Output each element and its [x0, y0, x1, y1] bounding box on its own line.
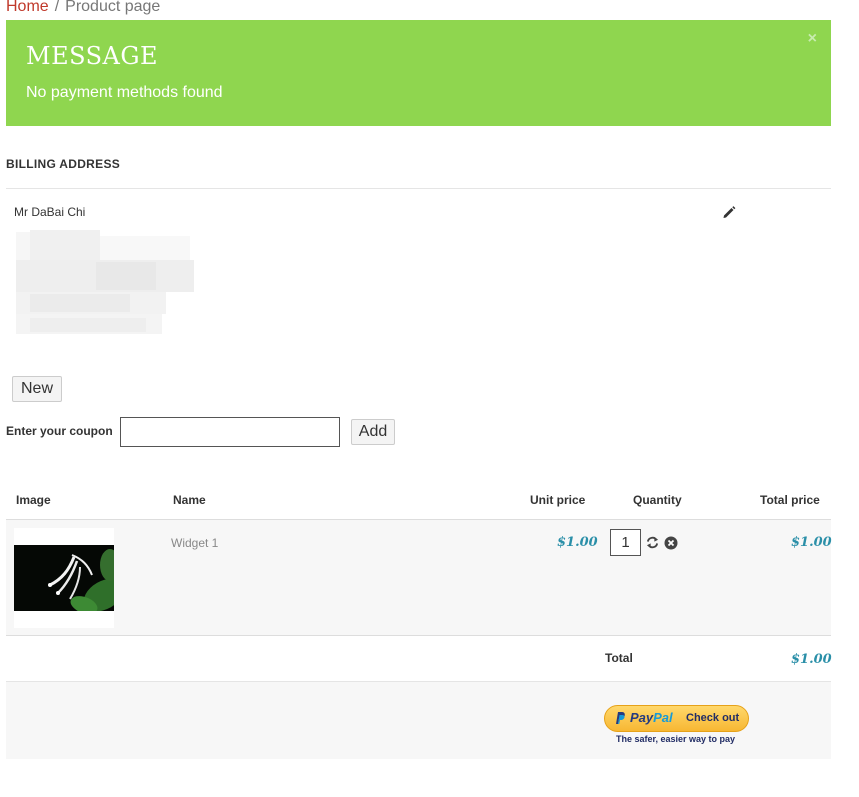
coupon-input[interactable] — [120, 417, 340, 447]
table-row — [6, 520, 831, 636]
billing-name: Mr DaBai Chi — [14, 205, 86, 219]
paypal-logo-icon — [616, 712, 625, 724]
breadcrumb: Home / Product page — [6, 0, 160, 16]
paypal-pay-text: Pay — [630, 710, 654, 725]
item-total-price: $1.00 — [791, 535, 832, 550]
paypal-wordmark: PayPal — [630, 710, 673, 725]
redacted-address — [16, 230, 194, 334]
column-quantity: Quantity — [633, 493, 682, 507]
pencil-icon[interactable] — [721, 204, 737, 220]
billing-address-heading: BILLING ADDRESS — [6, 157, 121, 171]
product-image — [14, 545, 114, 611]
column-unit-price: Unit price — [530, 493, 586, 507]
paypal-tagline: The safer, easier way to pay — [616, 734, 736, 744]
message-alert: MESSAGE No payment methods found × — [6, 20, 831, 126]
cart-total-label: Total — [605, 651, 633, 665]
paypal-checkout-button[interactable]: PayPal Check out — [604, 705, 749, 732]
item-unit-price: $1.00 — [557, 535, 598, 550]
column-total-price: Total price — [760, 493, 820, 507]
item-name[interactable]: Widget 1 — [171, 536, 218, 550]
divider — [6, 188, 831, 189]
paypal-pal-text: Pal — [653, 710, 673, 725]
alert-text: No payment methods found — [26, 84, 223, 101]
refresh-icon[interactable] — [646, 536, 659, 549]
coupon-label: Enter your coupon — [6, 424, 113, 438]
column-image: Image — [16, 493, 51, 507]
breadcrumb-home-link[interactable]: Home — [6, 0, 49, 15]
breadcrumb-separator: / — [54, 0, 60, 15]
alert-title: MESSAGE — [26, 42, 159, 70]
column-name: Name — [173, 493, 206, 507]
new-address-button[interactable]: New — [12, 376, 62, 402]
breadcrumb-current: Product page — [65, 0, 161, 15]
quantity-input[interactable] — [610, 529, 641, 556]
close-icon[interactable]: × — [808, 30, 817, 48]
product-thumbnail[interactable] — [14, 528, 114, 628]
remove-icon[interactable] — [664, 536, 678, 550]
add-coupon-button[interactable]: Add — [351, 419, 395, 445]
cart-total-value: $1.00 — [791, 652, 832, 667]
paypal-checkout-text: Check out — [686, 712, 740, 724]
